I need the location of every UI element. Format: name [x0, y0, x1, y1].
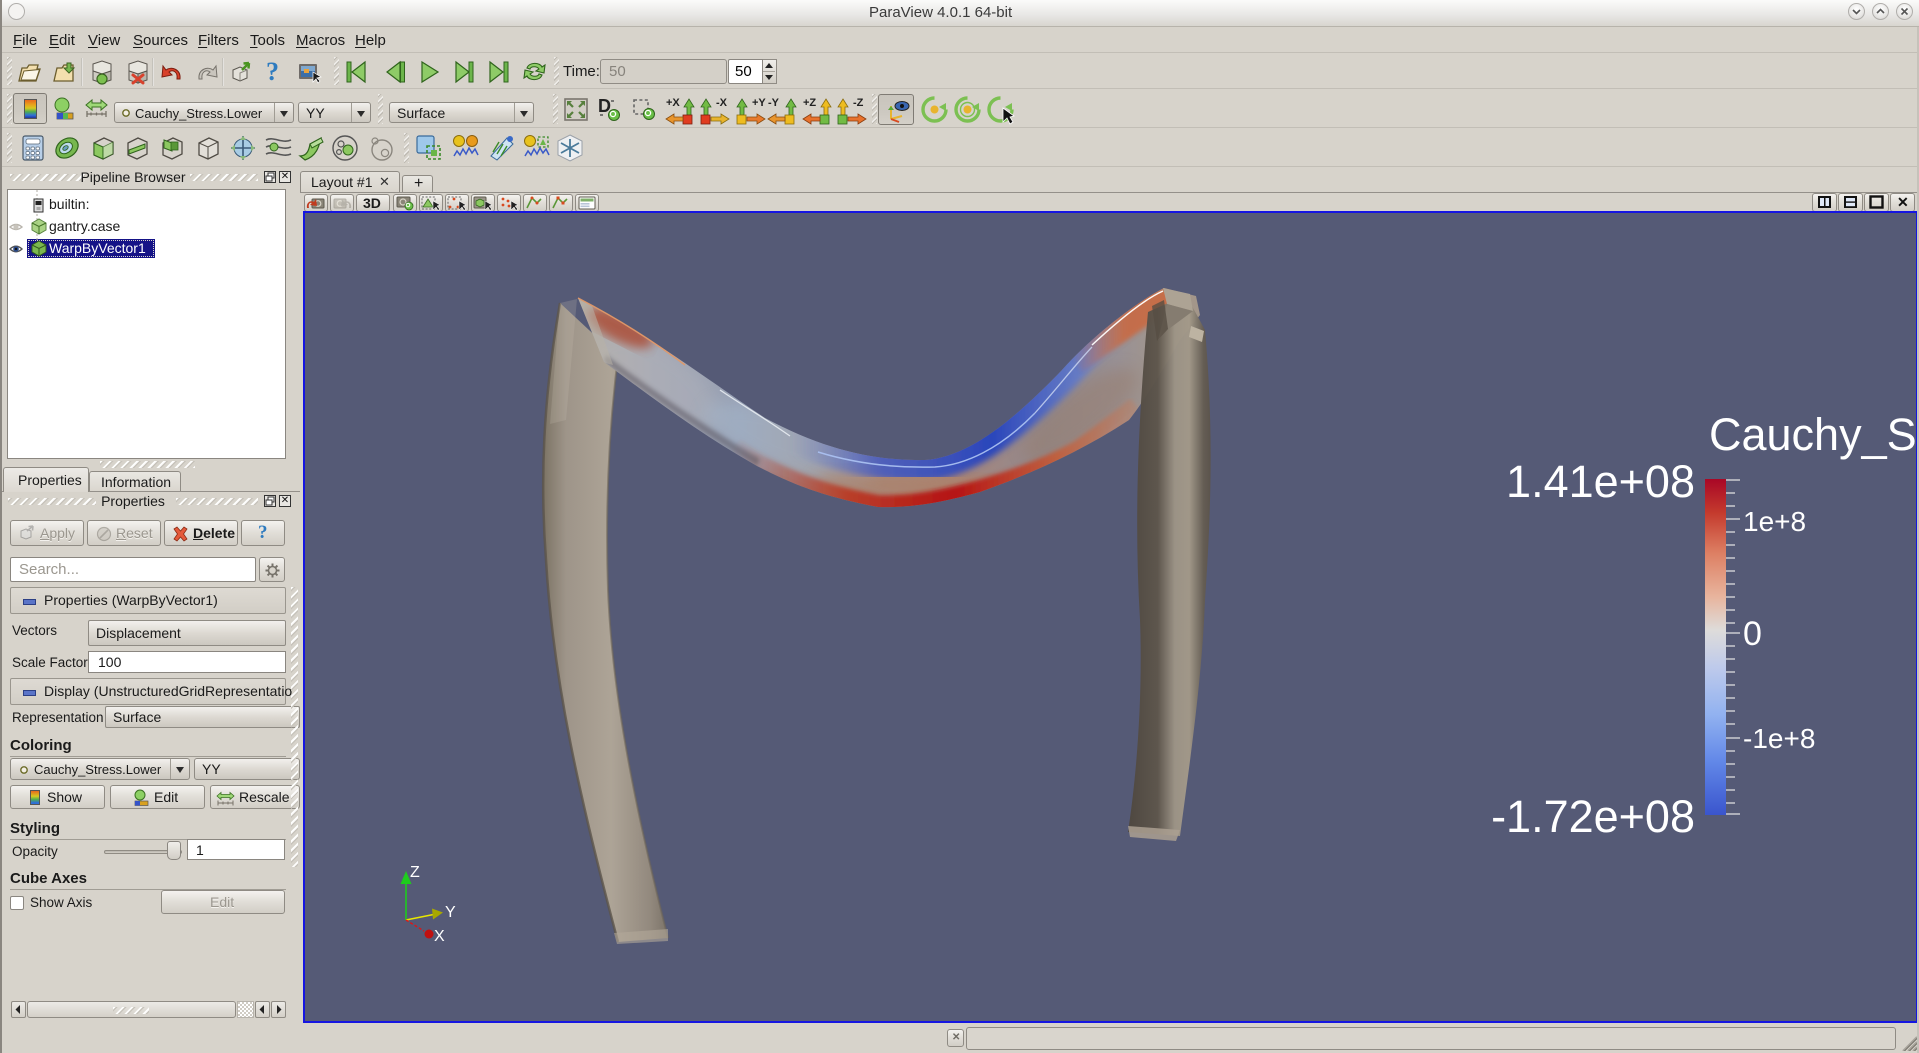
svg-text:+Y: +Y [752, 97, 766, 109]
svg-text:1.41e+08: 1.41e+08 [1506, 456, 1695, 507]
svg-text:Y: Y [445, 904, 456, 921]
svg-text:?: ? [266, 58, 279, 86]
svg-text:X: X [434, 928, 445, 945]
svg-text:-1.72e+08: -1.72e+08 [1491, 791, 1695, 842]
svg-text:Z: Z [410, 864, 420, 881]
svg-text:+Z: +Z [803, 97, 816, 109]
svg-text:0: 0 [1743, 615, 1762, 653]
svg-text:Cauchy_S: Cauchy_S [1709, 409, 1916, 460]
svg-text:-X: -X [716, 97, 728, 109]
svg-text:-Z: -Z [853, 97, 864, 109]
svg-text:-Y: -Y [768, 97, 780, 109]
svg-text:-1e+8: -1e+8 [1743, 723, 1815, 754]
svg-text:+X: +X [666, 97, 680, 109]
svg-text:1e+8: 1e+8 [1743, 506, 1806, 537]
